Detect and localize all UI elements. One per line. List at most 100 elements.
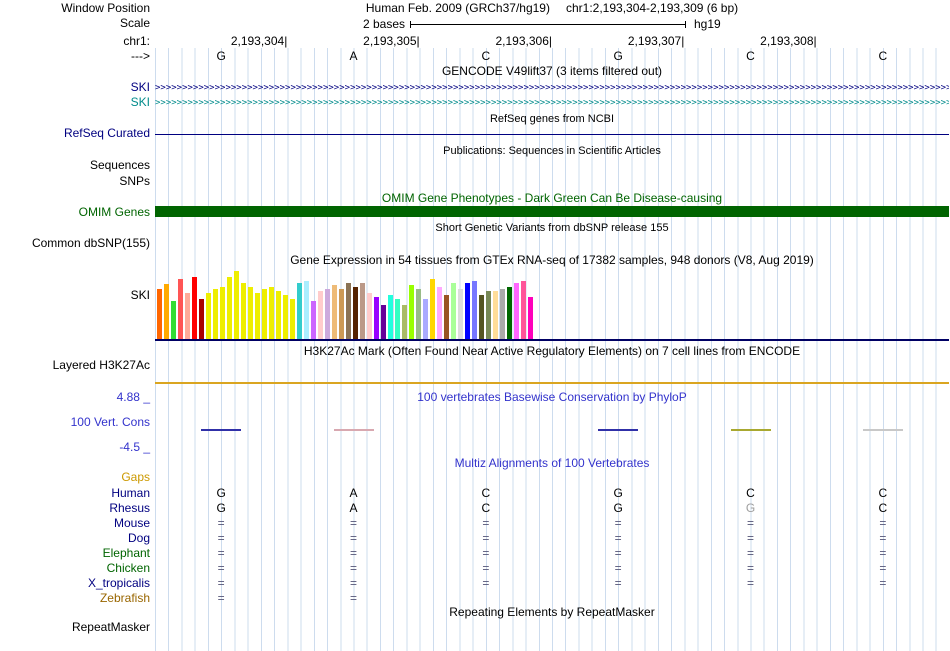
conservation-mark[interactable]	[598, 429, 639, 431]
alignment-cell: =	[482, 546, 490, 560]
species-label-rhesus[interactable]: Rhesus	[0, 502, 150, 515]
species-label-elephant[interactable]: Elephant	[0, 547, 150, 560]
gtex-expression-bar[interactable]	[234, 271, 239, 339]
gtex-expression-bar[interactable]	[276, 291, 281, 339]
gtex-expression-bar[interactable]	[178, 279, 183, 339]
gtex-expression-bar[interactable]	[339, 289, 344, 339]
gtex-expression-bar[interactable]	[318, 291, 323, 339]
conservation-mark[interactable]	[201, 429, 242, 431]
gtex-expression-bar[interactable]	[262, 289, 267, 339]
gtex-expression-bar[interactable]	[458, 289, 463, 339]
gtex-expression-bar[interactable]	[227, 277, 232, 339]
repeatmasker-track-label[interactable]: RepeatMasker	[0, 621, 150, 634]
multiz-track-title: Multiz Alignments of 100 Vertebrates	[454, 456, 650, 470]
gtex-expression-bar[interactable]	[388, 295, 393, 339]
h3k27ac-track-label[interactable]: Layered H3K27Ac	[0, 359, 150, 372]
species-label-mouse[interactable]: Mouse	[0, 517, 150, 530]
species-label-dog[interactable]: Dog	[0, 532, 150, 545]
coordinate-label[interactable]: 2,193,304|	[231, 35, 288, 48]
gtex-expression-bar[interactable]	[290, 299, 295, 339]
gtex-expression-bar[interactable]	[479, 295, 484, 339]
gtex-gene-label[interactable]: SKI	[0, 289, 150, 302]
gtex-expression-bar[interactable]	[332, 285, 337, 339]
alignment-cell: C	[878, 486, 888, 500]
species-label-x-tropicalis[interactable]: X_tropicalis	[0, 577, 150, 590]
gtex-expression-bar[interactable]	[269, 287, 274, 339]
gtex-expression-bar[interactable]	[213, 289, 218, 339]
alignment-cell: A	[349, 486, 358, 500]
gtex-expression-bar[interactable]	[325, 289, 330, 339]
gtex-expression-bar[interactable]	[500, 289, 505, 339]
gtex-expression-bar[interactable]	[353, 287, 358, 339]
coordinate-label[interactable]: 2,193,306|	[495, 35, 552, 48]
snps-track-label[interactable]: SNPs	[0, 175, 150, 188]
gtex-expression-bar[interactable]	[465, 283, 470, 339]
coordinate-label[interactable]: 2,193,305|	[363, 35, 420, 48]
conservation-track-label[interactable]: 100 Vert. Cons	[0, 416, 150, 429]
gtex-expression-bar[interactable]	[283, 295, 288, 339]
gencode-gene-label[interactable]: SKI	[0, 81, 150, 94]
alignment-cell: =	[217, 516, 225, 530]
omim-genes-label[interactable]: OMIM Genes	[0, 206, 150, 219]
alignment-cell: C	[878, 501, 888, 515]
gaps-row-label[interactable]: Gaps	[0, 471, 150, 484]
scale-value: 2 bases	[362, 17, 405, 31]
conservation-mark[interactable]	[730, 429, 771, 431]
gtex-expression-bar[interactable]	[192, 277, 197, 339]
gtex-expression-bar[interactable]	[402, 305, 407, 339]
gtex-expression-bar[interactable]	[416, 289, 421, 339]
gtex-expression-bar[interactable]	[381, 305, 386, 339]
refseq-gene-line[interactable]	[155, 134, 949, 135]
gtex-expression-bar[interactable]	[360, 283, 365, 339]
alignment-cell: =	[217, 531, 225, 545]
gtex-expression-bar[interactable]	[451, 283, 456, 339]
conservation-mark[interactable]	[862, 429, 903, 431]
gtex-expression-bar[interactable]	[367, 293, 372, 339]
gtex-expression-bar[interactable]	[171, 301, 176, 339]
alignment-cell: =	[482, 516, 490, 530]
refseq-curated-label[interactable]: RefSeq Curated	[0, 127, 150, 140]
gtex-expression-bar[interactable]	[157, 289, 162, 339]
coordinate-label[interactable]: 2,193,308|	[760, 35, 817, 48]
gtex-expression-bar[interactable]	[311, 301, 316, 339]
omim-gene-bar[interactable]	[155, 206, 949, 217]
alignment-cell: =	[217, 561, 225, 575]
conservation-mark[interactable]	[333, 429, 374, 431]
gtex-expression-bar[interactable]	[241, 283, 246, 339]
gtex-expression-bar[interactable]	[423, 299, 428, 339]
gtex-expression-bar[interactable]	[493, 291, 498, 339]
sequences-track-label[interactable]: Sequences	[0, 159, 150, 172]
species-label-human[interactable]: Human	[0, 487, 150, 500]
species-label-chicken[interactable]: Chicken	[0, 562, 150, 575]
gtex-expression-bar[interactable]	[185, 293, 190, 339]
gtex-expression-bar[interactable]	[395, 299, 400, 339]
gencode-transcript[interactable]: >>>>>>>>>>>>>>>>>>>>>>>>>>>>>>>>>>>>>>>>…	[155, 83, 949, 94]
gtex-expression-bar[interactable]	[220, 287, 225, 339]
alignment-cell: =	[879, 576, 887, 590]
gtex-expression-bar[interactable]	[409, 285, 414, 339]
gtex-expression-bar[interactable]	[248, 287, 253, 339]
gtex-expression-bar[interactable]	[297, 283, 302, 339]
gencode-gene-label[interactable]: SKI	[0, 96, 150, 109]
gtex-expression-bar[interactable]	[255, 293, 260, 339]
gtex-expression-bar[interactable]	[507, 287, 512, 339]
gtex-expression-bar[interactable]	[430, 279, 435, 339]
h3k27ac-signal-line[interactable]	[155, 382, 949, 384]
gtex-expression-bar[interactable]	[164, 284, 169, 339]
dbsnp-track-label[interactable]: Common dbSNP(155)	[0, 237, 150, 250]
gtex-expression-bar[interactable]	[346, 283, 351, 339]
gtex-expression-bar[interactable]	[206, 293, 211, 339]
gtex-expression-bar[interactable]	[444, 295, 449, 339]
gtex-expression-bar[interactable]	[486, 291, 491, 339]
gtex-expression-bar[interactable]	[199, 299, 204, 339]
gtex-expression-bar[interactable]	[472, 281, 477, 339]
coordinate-label[interactable]: 2,193,307|	[628, 35, 685, 48]
gtex-expression-bar[interactable]	[514, 283, 519, 339]
species-label-zebrafish[interactable]: Zebrafish	[0, 592, 150, 605]
gtex-expression-bar[interactable]	[528, 297, 533, 339]
gtex-expression-bar[interactable]	[304, 281, 309, 339]
gencode-transcript[interactable]: >>>>>>>>>>>>>>>>>>>>>>>>>>>>>>>>>>>>>>>>…	[155, 98, 949, 109]
gtex-expression-bar[interactable]	[521, 281, 526, 339]
gtex-expression-bar[interactable]	[374, 297, 379, 339]
gtex-expression-bar[interactable]	[437, 287, 442, 339]
